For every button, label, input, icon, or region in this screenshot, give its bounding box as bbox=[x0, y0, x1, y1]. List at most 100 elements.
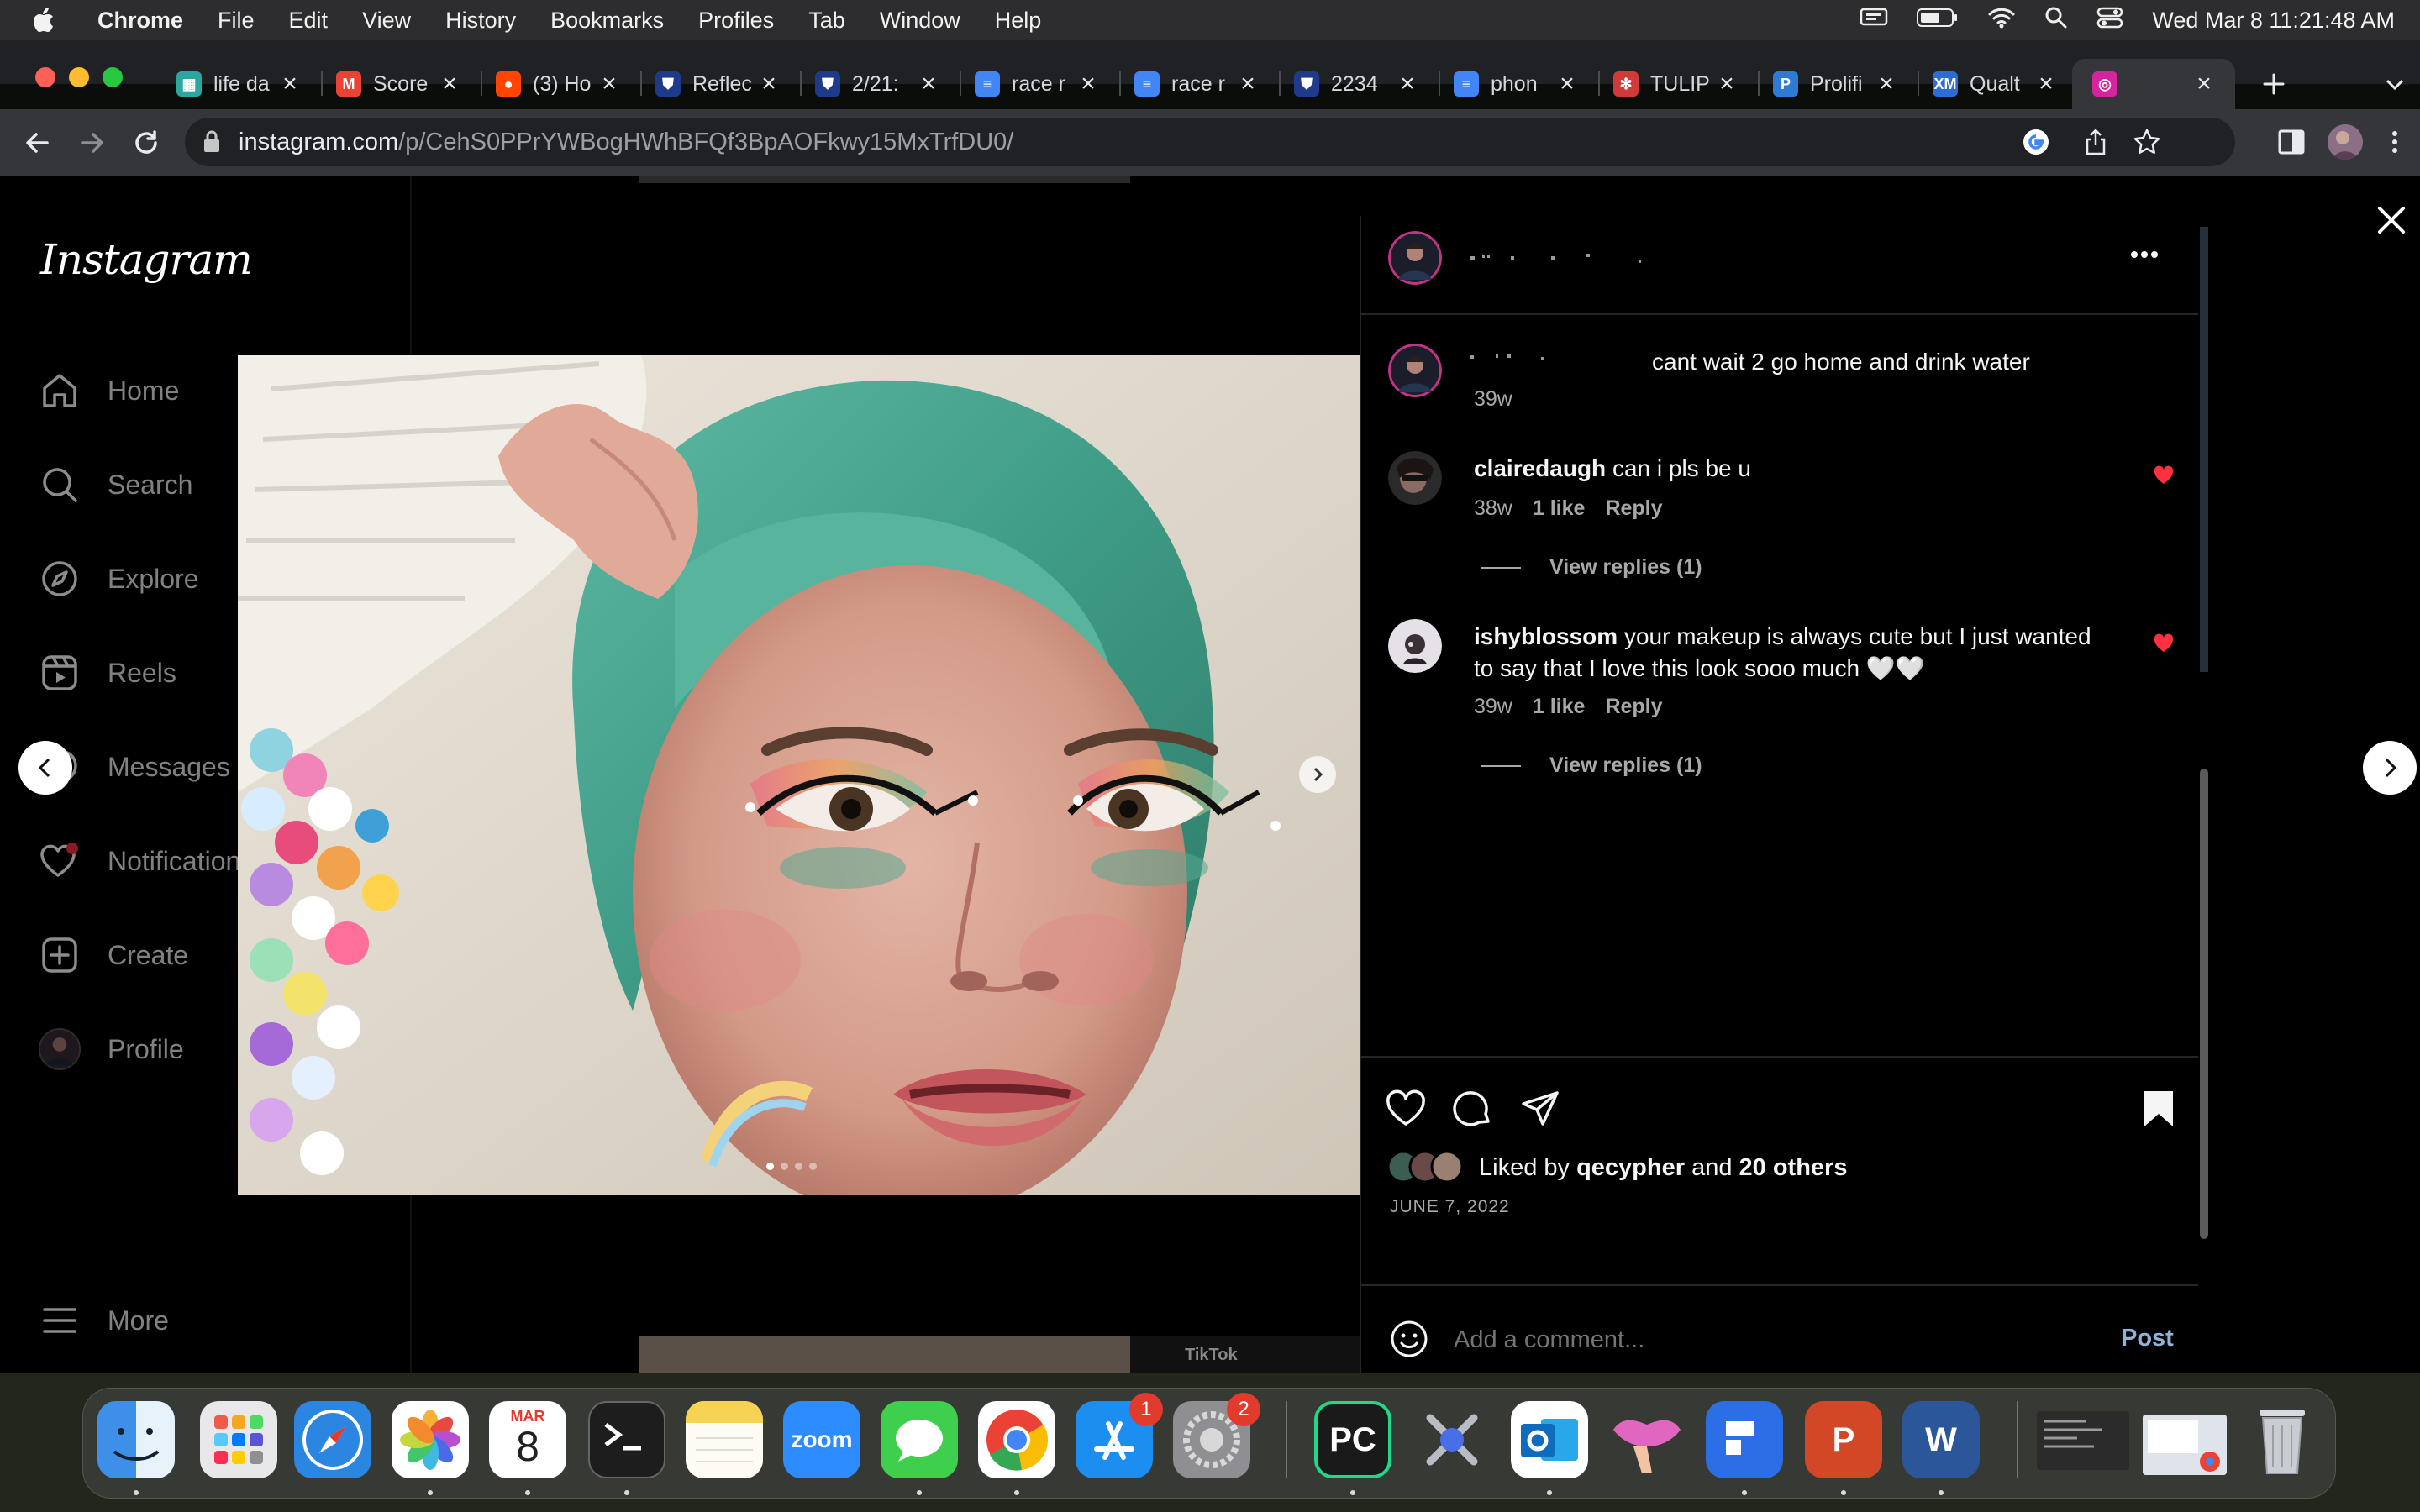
tab-close-icon[interactable]: × bbox=[916, 66, 941, 102]
comment-username[interactable]: clairedaugh bbox=[1474, 455, 1606, 481]
menu-edit[interactable]: Edit bbox=[289, 8, 329, 34]
nav-search[interactable]: Search bbox=[39, 459, 192, 510]
save-bookmark-icon[interactable] bbox=[2138, 1088, 2180, 1130]
tab-close-icon[interactable]: × bbox=[756, 66, 781, 102]
bookmark-star-icon[interactable] bbox=[2133, 128, 2161, 160]
lips-app-icon[interactable] bbox=[1608, 1401, 1686, 1478]
control-center-icon[interactable] bbox=[2096, 6, 2123, 35]
tab-close-icon[interactable]: × bbox=[437, 66, 462, 102]
wifi-icon[interactable] bbox=[1987, 7, 2016, 34]
post-date[interactable]: JUNE 7, 2022 bbox=[1390, 1197, 1510, 1217]
notes-icon[interactable] bbox=[686, 1401, 763, 1478]
lock-icon[interactable] bbox=[202, 129, 222, 159]
window-minimize-button[interactable] bbox=[69, 67, 89, 87]
spotlight-icon[interactable] bbox=[2044, 6, 2068, 35]
comment-username[interactable]: ishyblossom bbox=[1474, 623, 1618, 649]
screen-thumb[interactable] bbox=[2143, 1415, 2227, 1475]
nav-explore[interactable]: Explore bbox=[39, 554, 199, 604]
battery-icon[interactable] bbox=[1917, 8, 1959, 34]
tab-race-r[interactable]: ≡ race r × bbox=[975, 66, 1101, 102]
tab-prolifi[interactable]: P Prolifi × bbox=[1773, 66, 1899, 102]
author-username-redacted[interactable] bbox=[1470, 249, 1647, 266]
comment-icon[interactable] bbox=[1452, 1088, 1494, 1130]
tab-close-icon[interactable]: × bbox=[1555, 66, 1580, 102]
tab-close-icon[interactable]: × bbox=[2033, 66, 2059, 102]
menu-help[interactable]: Help bbox=[995, 8, 1042, 34]
tab-instagram[interactable]: ◎ × bbox=[2092, 66, 2217, 102]
nav-notifications[interactable]: Notifications bbox=[39, 836, 254, 886]
forward-button[interactable] bbox=[76, 126, 109, 160]
more-options-icon[interactable] bbox=[2128, 246, 2161, 263]
apple-icon[interactable] bbox=[32, 7, 69, 34]
word-icon[interactable]: W bbox=[1902, 1401, 1980, 1478]
launchpad-icon[interactable] bbox=[200, 1401, 277, 1478]
commenter-avatar-ishyblossom[interactable] bbox=[1388, 619, 1442, 673]
new-tab-button[interactable] bbox=[2255, 66, 2292, 102]
comment-input[interactable] bbox=[1454, 1321, 2042, 1358]
post-photo[interactable] bbox=[238, 355, 1360, 1195]
menu-profiles[interactable]: Profiles bbox=[698, 8, 774, 34]
nav-reels[interactable]: Reels bbox=[39, 648, 176, 698]
tab-race-r[interactable]: ≡ race r × bbox=[1134, 66, 1260, 102]
view-replies-button[interactable]: View replies (1) bbox=[1481, 753, 1702, 778]
tab-score[interactable]: M Score × bbox=[336, 66, 462, 102]
tab-2-21-[interactable]: ⛊ 2/21: × bbox=[815, 66, 941, 102]
profile-avatar[interactable] bbox=[2328, 124, 2363, 160]
reply-button[interactable]: Reply bbox=[1605, 695, 1662, 719]
comment-liked-heart-icon[interactable] bbox=[2153, 633, 2175, 654]
menu-history[interactable]: History bbox=[445, 8, 516, 34]
chrome-menu-icon[interactable] bbox=[2386, 128, 2403, 156]
liked-by-avatars[interactable] bbox=[1386, 1148, 1479, 1185]
wunderlist-icon[interactable] bbox=[1706, 1401, 1783, 1478]
tab-close-icon[interactable]: × bbox=[1076, 66, 1101, 102]
tab-close-icon[interactable]: × bbox=[1874, 66, 1899, 102]
view-replies-button[interactable]: View replies (1) bbox=[1481, 555, 1702, 580]
comments-scrollbar[interactable] bbox=[2200, 769, 2208, 1239]
window-zoom-button[interactable] bbox=[103, 67, 123, 87]
zoom-icon[interactable]: zoom bbox=[783, 1401, 860, 1478]
comment-likes[interactable]: 1 like bbox=[1533, 695, 1586, 719]
tab-close-icon[interactable]: × bbox=[277, 66, 302, 102]
reply-button[interactable]: Reply bbox=[1605, 496, 1662, 521]
display-icon[interactable] bbox=[1860, 7, 1888, 34]
nav-create[interactable]: Create bbox=[39, 930, 188, 980]
tab-close-icon[interactable]: × bbox=[2191, 66, 2217, 102]
tab-reflec[interactable]: ⛊ Reflec × bbox=[655, 66, 781, 102]
share-icon[interactable] bbox=[2084, 128, 2107, 160]
photos-icon[interactable] bbox=[392, 1401, 469, 1478]
back-button[interactable] bbox=[20, 126, 54, 160]
comment-likes[interactable]: 1 like bbox=[1533, 496, 1586, 521]
tab--3-ho[interactable]: ● (3) Ho × bbox=[496, 66, 622, 102]
nav-home[interactable]: Home bbox=[39, 365, 179, 416]
menu-window[interactable]: Window bbox=[880, 8, 960, 34]
safari-icon[interactable] bbox=[294, 1401, 371, 1478]
google-lens-icon[interactable] bbox=[2022, 128, 2050, 160]
post-comment-button[interactable]: Post bbox=[2121, 1325, 2174, 1352]
comment-liked-heart-icon[interactable] bbox=[2153, 465, 2175, 486]
tab-close-icon[interactable]: × bbox=[1235, 66, 1260, 102]
menu-bookmarks[interactable]: Bookmarks bbox=[550, 8, 664, 34]
reload-button[interactable] bbox=[129, 126, 163, 160]
carousel-next-button[interactable] bbox=[1299, 756, 1336, 793]
tab-qualt[interactable]: XM Qualt × bbox=[1933, 66, 2059, 102]
comment-time[interactable]: 39w bbox=[1474, 695, 1512, 719]
tab-2234[interactable]: ⛊ 2234 × bbox=[1294, 66, 1420, 102]
close-modal-icon[interactable] bbox=[2375, 203, 2408, 237]
window-close-button[interactable] bbox=[35, 67, 55, 87]
tab-close-icon[interactable]: × bbox=[597, 66, 622, 102]
comment-time[interactable]: 38w bbox=[1474, 496, 1512, 521]
caption-avatar[interactable] bbox=[1388, 344, 1442, 397]
caption-time[interactable]: 39w bbox=[1474, 387, 1512, 412]
tab-tulip[interactable]: ✻ TULIP × bbox=[1613, 66, 1739, 102]
terminal-icon[interactable] bbox=[588, 1401, 666, 1478]
instagram-logo[interactable]: Instagram bbox=[40, 235, 253, 284]
tab-close-icon[interactable]: × bbox=[1714, 66, 1739, 102]
previous-post-button[interactable] bbox=[18, 741, 72, 795]
tab-life-da[interactable]: ▦ life da × bbox=[176, 66, 302, 102]
calendar-icon[interactable]: MAR 8 bbox=[489, 1401, 566, 1478]
share-direct-icon[interactable] bbox=[1519, 1088, 1561, 1130]
author-avatar[interactable] bbox=[1388, 231, 1442, 285]
menu-clock[interactable]: Wed Mar 8 11:21:48 AM bbox=[2152, 8, 2395, 34]
nav-more[interactable]: More bbox=[39, 1295, 169, 1346]
messages-icon[interactable] bbox=[881, 1401, 958, 1478]
